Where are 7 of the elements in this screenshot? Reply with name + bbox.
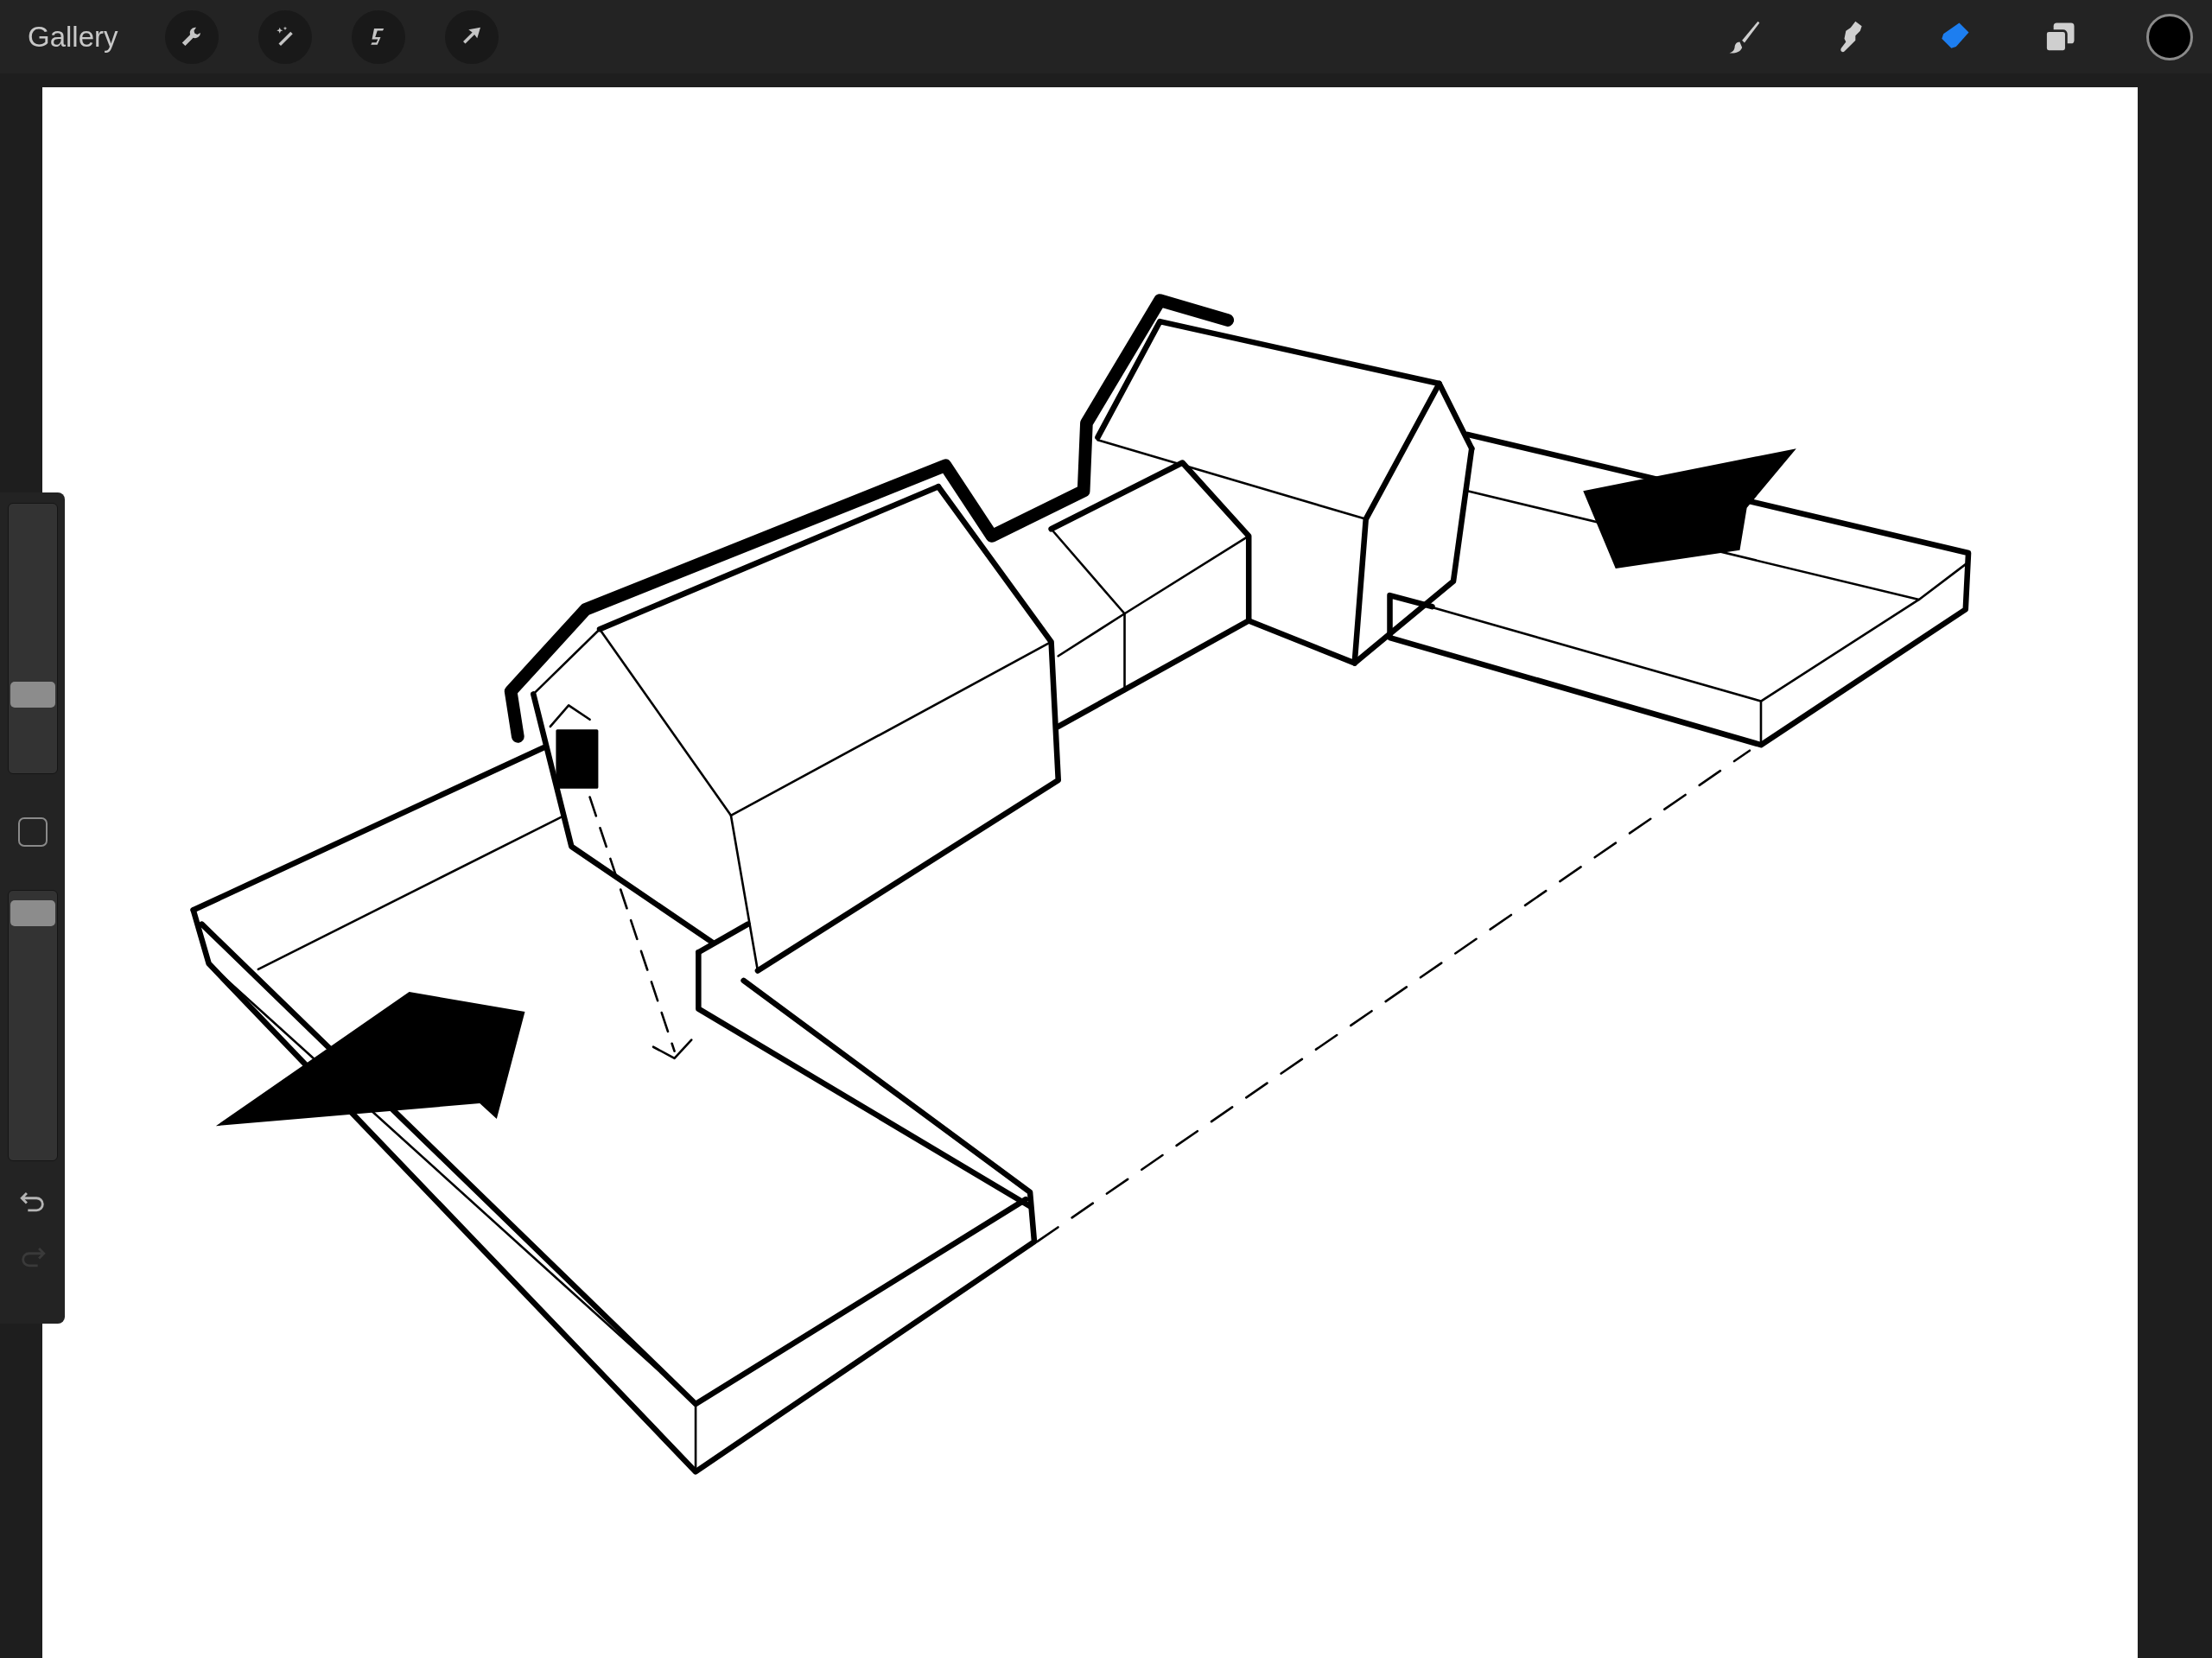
slider-thumb[interactable] bbox=[10, 900, 55, 927]
brush-size-slider[interactable] bbox=[7, 503, 58, 774]
modify-button[interactable] bbox=[17, 817, 48, 847]
gallery-button[interactable]: Gallery bbox=[21, 20, 125, 54]
color-swatch[interactable] bbox=[2146, 13, 2193, 60]
slider-thumb[interactable] bbox=[10, 681, 55, 708]
opacity-slider[interactable] bbox=[7, 890, 58, 1161]
